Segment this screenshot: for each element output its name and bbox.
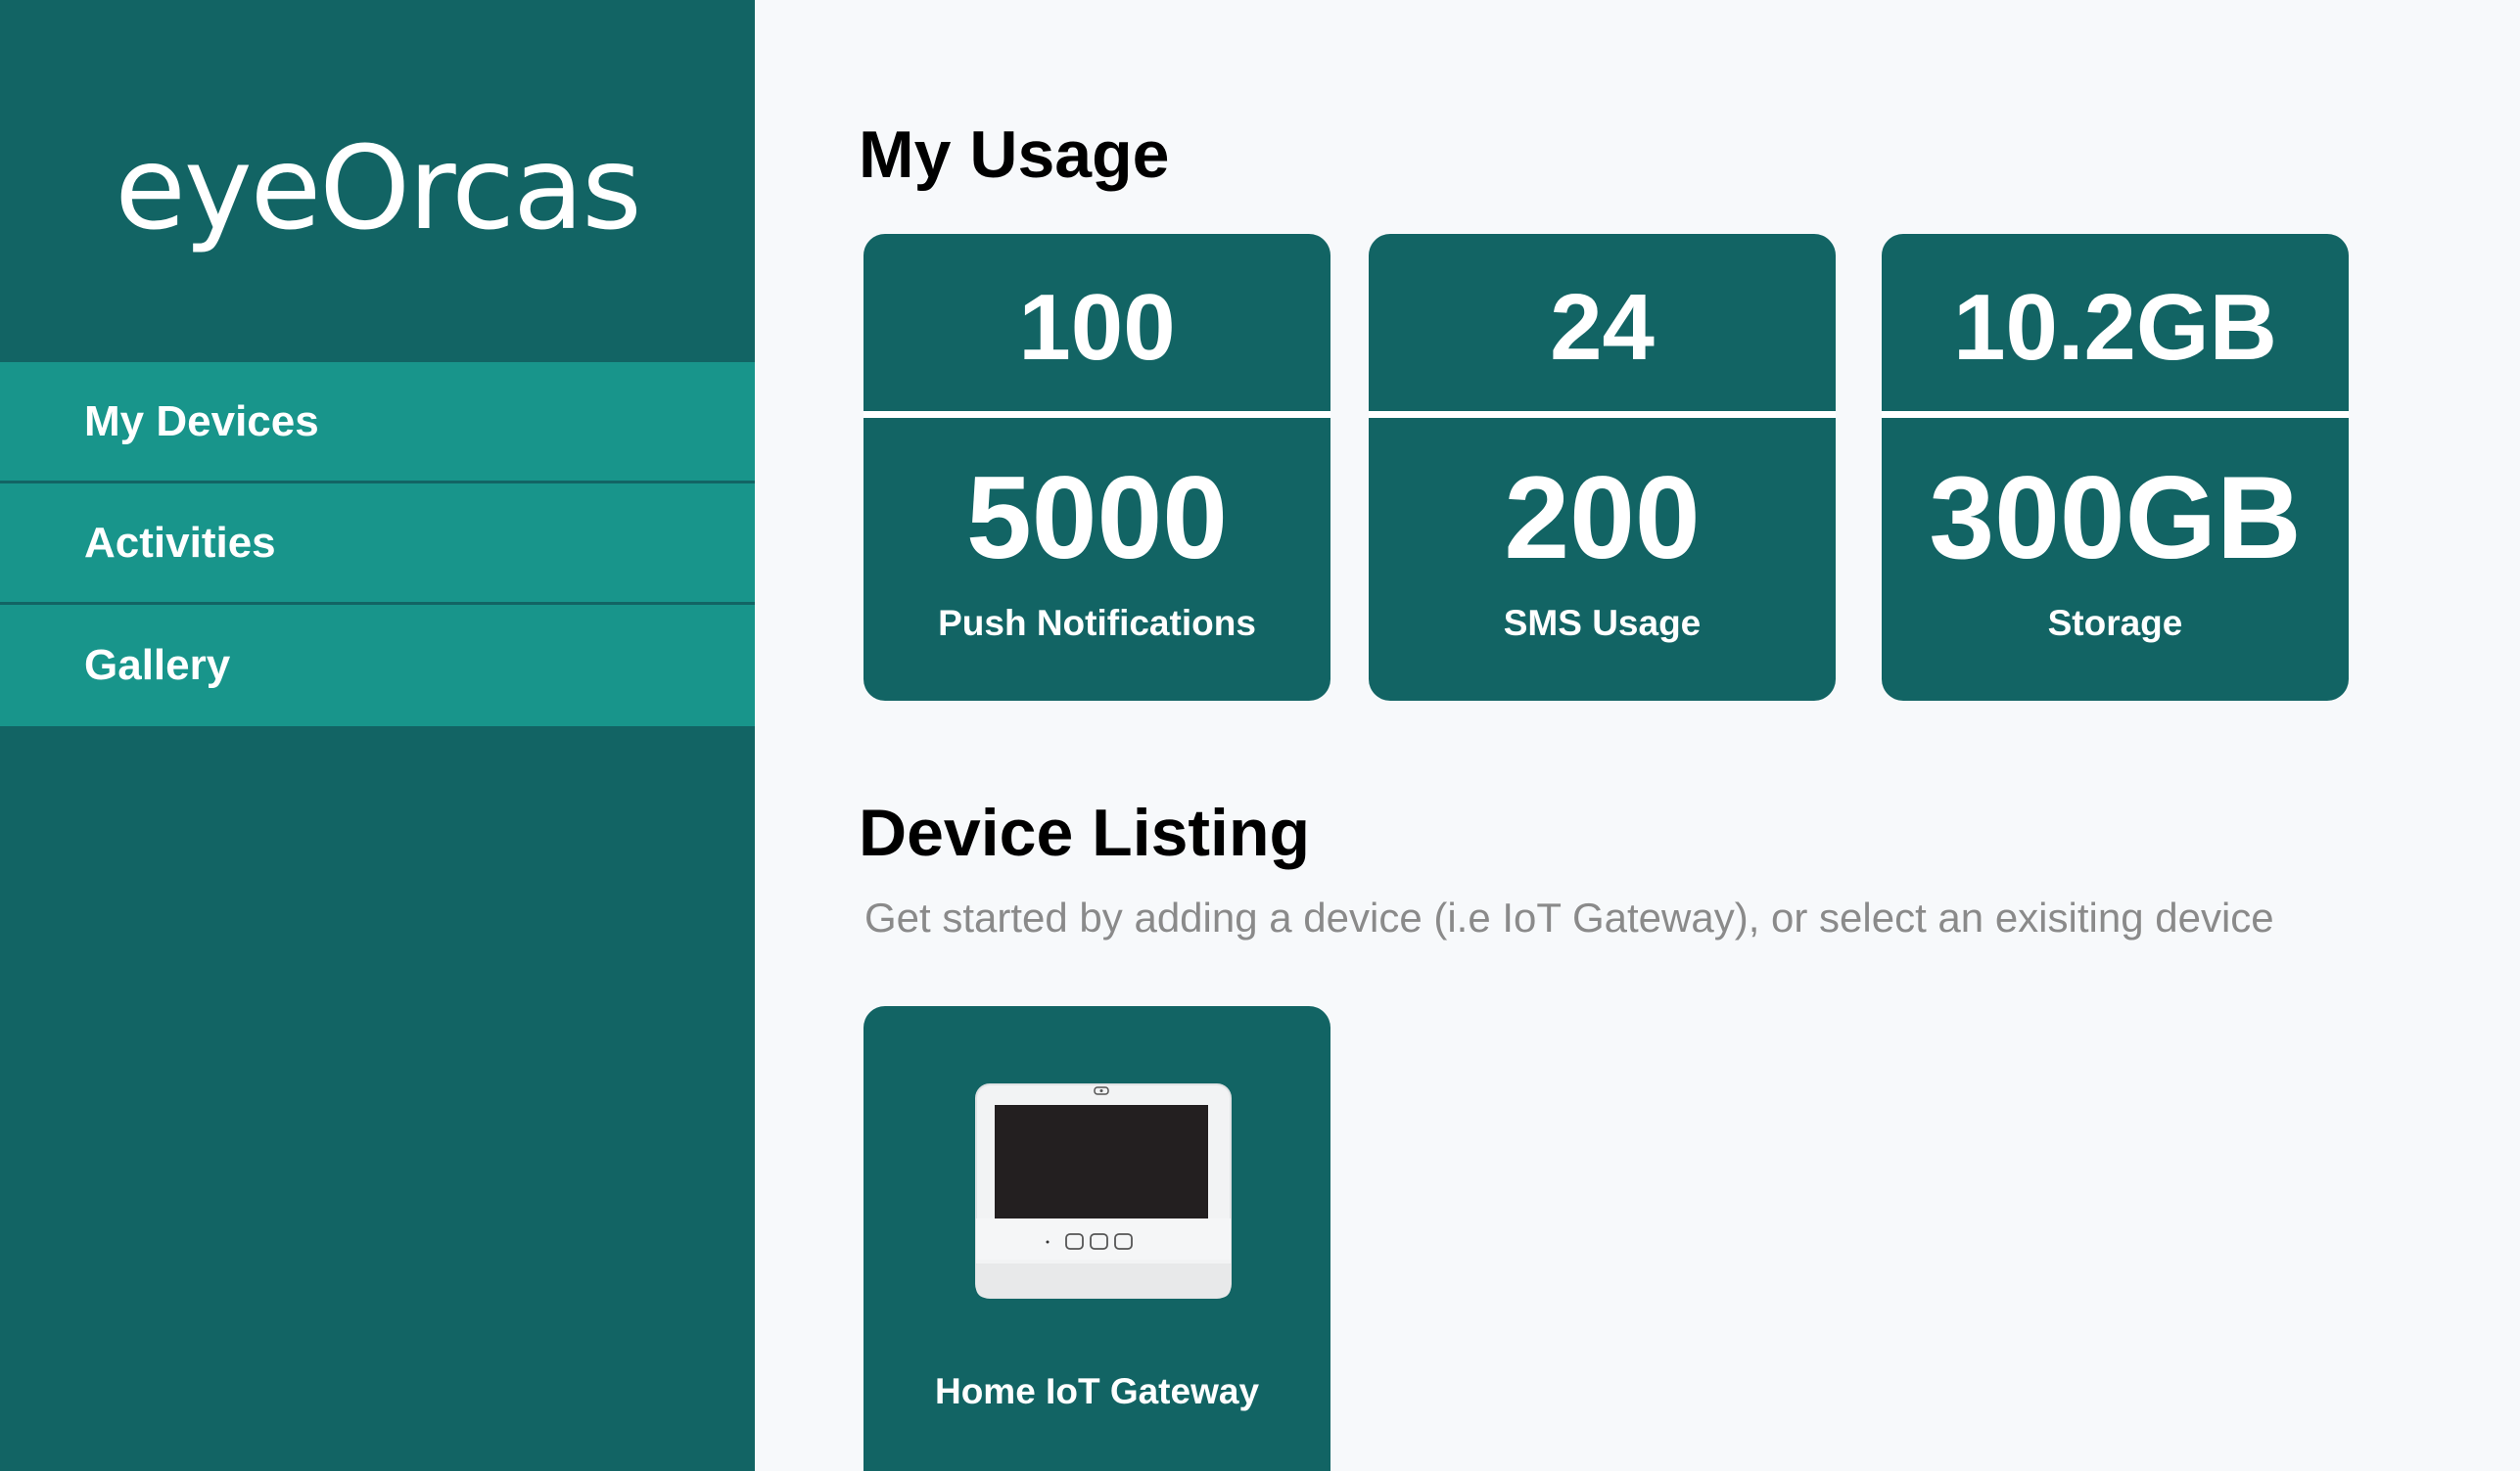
- usage-divider: [1369, 411, 1836, 418]
- usage-current-value: 10.2GB: [1953, 274, 2277, 380]
- device-name: Home IoT Gateway: [934, 1371, 1260, 1411]
- usage-limit-value: 200: [1504, 452, 1701, 583]
- usage-label: SMS Usage: [1503, 603, 1702, 643]
- app-logo[interactable]: eyeOrcas: [0, 110, 755, 266]
- usage-label: Storage: [2047, 603, 2183, 643]
- sidebar-item-label: Gallery: [84, 641, 231, 689]
- iot-gateway-device-image: [975, 1083, 1232, 1299]
- usage-divider: [1882, 411, 2349, 418]
- sidebar-item-activities[interactable]: Activities: [0, 483, 755, 605]
- device-listing-title: Device Listing: [859, 796, 1311, 870]
- usage-limit-value: 5000: [966, 452, 1228, 583]
- usage-current-value: 100: [1018, 274, 1176, 380]
- sidebar-item-gallery[interactable]: Gallery: [0, 605, 755, 726]
- usage-card-sms: 24 200 SMS Usage: [1369, 234, 1836, 701]
- app-root: eyeOrcas My Devices Activities Gallery M…: [0, 0, 2520, 1471]
- sidebar: eyeOrcas My Devices Activities Gallery: [0, 0, 755, 1471]
- sidebar-item-my-devices[interactable]: My Devices: [0, 362, 755, 483]
- usage-current-value: 24: [1550, 274, 1655, 380]
- usage-section-title: My Usage: [859, 117, 1170, 192]
- usage-card-push-notifications: 100 5000 Push Notifications: [863, 234, 1330, 701]
- device-card-home-iot-gateway[interactable]: Home IoT Gateway: [863, 1006, 1330, 1471]
- usage-divider: [863, 411, 1330, 418]
- sidebar-item-label: My Devices: [84, 396, 319, 445]
- usage-card-storage: 10.2GB 300GB Storage: [1882, 234, 2349, 701]
- usage-limit-value: 300GB: [1929, 452, 2302, 583]
- sidebar-nav: My Devices Activities Gallery: [0, 362, 755, 726]
- device-listing-subtitle: Get started by adding a device (i.e IoT …: [864, 895, 2274, 941]
- sidebar-item-label: Activities: [84, 518, 276, 567]
- usage-label: Push Notifications: [938, 603, 1256, 643]
